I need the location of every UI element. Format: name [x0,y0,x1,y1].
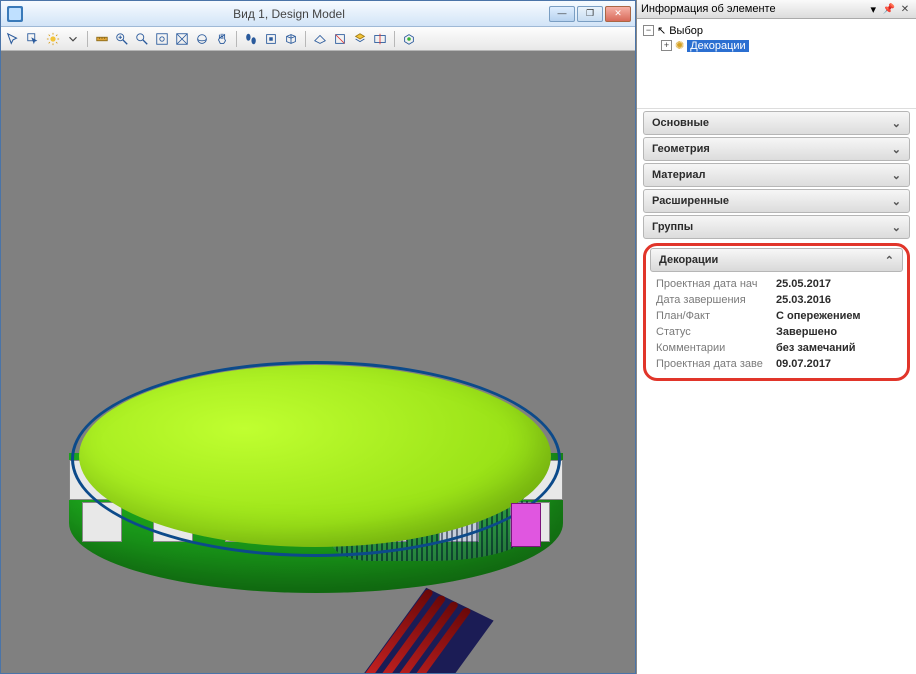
clip-icon[interactable] [371,30,389,48]
prop-label: Дата завершения [656,294,776,306]
prop-row: Проектная дата заве09.07.2017 [656,356,897,372]
prop-label: Проектная дата нач [656,278,776,290]
prop-label: Комментарии [656,342,776,354]
measure-icon[interactable] [93,30,111,48]
prop-value[interactable]: С опережением [776,310,860,322]
prop-value[interactable]: 09.07.2017 [776,358,831,370]
walk-icon[interactable] [242,30,260,48]
prop-row: Комментариибез замечаний [656,340,897,356]
dropdown-icon[interactable]: ▾ [870,3,876,16]
model-illustration [61,351,581,671]
tree-child-label: Декорации [687,40,748,52]
box-icon[interactable] [282,30,300,48]
zoom-icon[interactable] [133,30,151,48]
select-icon[interactable] [4,30,22,48]
cursor-icon: ↖ [657,24,666,37]
viewport-3d[interactable] [1,51,635,673]
prop-row: Проектная дата нач25.05.2017 [656,276,897,292]
collapse-icon[interactable]: − [643,25,654,36]
tree-root-label: Выбор [669,25,703,37]
info-header: Информация об элементе ▾ 📌 ✕ [637,0,916,19]
app: Вид 1, Design Model — ❐ ✕ [0,0,916,674]
axo-icon[interactable] [193,30,211,48]
tree-root[interactable]: − ↖ Выбор [643,23,910,38]
region-icon[interactable] [173,30,191,48]
chevron-down-icon: ⌄ [892,117,901,130]
chevron-down-icon: ⌄ [892,221,901,234]
prop-value[interactable]: Завершено [776,326,837,338]
separator [305,31,306,47]
isolate-icon[interactable] [400,30,418,48]
prop-value[interactable]: без замечаний [776,342,856,354]
expand-icon[interactable]: + [661,40,672,51]
light-icon[interactable] [44,30,62,48]
chevron-down-icon: ⌄ [892,195,901,208]
prop-row: СтатусЗавершено [656,324,897,340]
info-title: Информация об элементе [641,3,870,15]
chevron-down-icon: ⌄ [892,169,901,182]
selection-tree: − ↖ Выбор + ✺ Декорации [637,19,916,109]
window-title: Вид 1, Design Model [29,7,549,21]
section-geometry[interactable]: Геометрия⌄ [643,137,910,161]
prop-label: Проектная дата заве [656,358,776,370]
section-icon[interactable] [331,30,349,48]
title-bar: Вид 1, Design Model — ❐ ✕ [1,1,635,27]
chevron-up-icon: ⌃ [885,254,894,267]
properties-grid: Проектная дата нач25.05.2017 Дата заверш… [656,276,897,372]
chevron-down-icon: ⌄ [892,143,901,156]
prop-value[interactable]: 25.05.2017 [776,278,831,290]
prop-value[interactable]: 25.03.2016 [776,294,831,306]
close-panel-button[interactable]: ✕ [898,2,912,16]
fit-icon[interactable] [153,30,171,48]
section-decorations[interactable]: Декорации⌃ [650,248,903,272]
section-groups[interactable]: Группы⌄ [643,215,910,239]
prop-row: План/ФактС опережением [656,308,897,324]
maximize-button[interactable]: ❐ [577,6,603,22]
viewport-window: Вид 1, Design Model — ❐ ✕ [0,0,636,674]
close-button[interactable]: ✕ [605,6,631,22]
prop-label: Статус [656,326,776,338]
prop-row: Дата завершения25.03.2016 [656,292,897,308]
prop-label: План/Факт [656,310,776,322]
viewport-toolbar [1,27,635,51]
separator [87,31,88,47]
separator [236,31,237,47]
section-decorations-highlight: Декорации⌃ Проектная дата нач25.05.2017 … [643,243,910,381]
zoom-in-icon[interactable] [113,30,131,48]
info-panel: Информация об элементе ▾ 📌 ✕ − ↖ Выбор +… [636,0,916,674]
view-icon [7,6,23,22]
accordion: Основные⌄ Геометрия⌄ Материал⌄ Расширенн… [637,109,916,381]
dropdown-icon[interactable] [64,30,82,48]
select-window-icon[interactable] [24,30,42,48]
elements-icon[interactable] [351,30,369,48]
tree-child[interactable]: + ✺ Декорации [643,38,910,53]
section-material[interactable]: Материал⌄ [643,163,910,187]
section-basic[interactable]: Основные⌄ [643,111,910,135]
window-controls: — ❐ ✕ [549,6,631,22]
plane-icon[interactable] [311,30,329,48]
pan-icon[interactable] [213,30,231,48]
separator [394,31,395,47]
look-icon[interactable] [262,30,280,48]
sun-icon: ✺ [675,39,684,52]
minimize-button[interactable]: — [549,6,575,22]
section-extended[interactable]: Расширенные⌄ [643,189,910,213]
pin-icon[interactable]: 📌 [882,2,896,16]
